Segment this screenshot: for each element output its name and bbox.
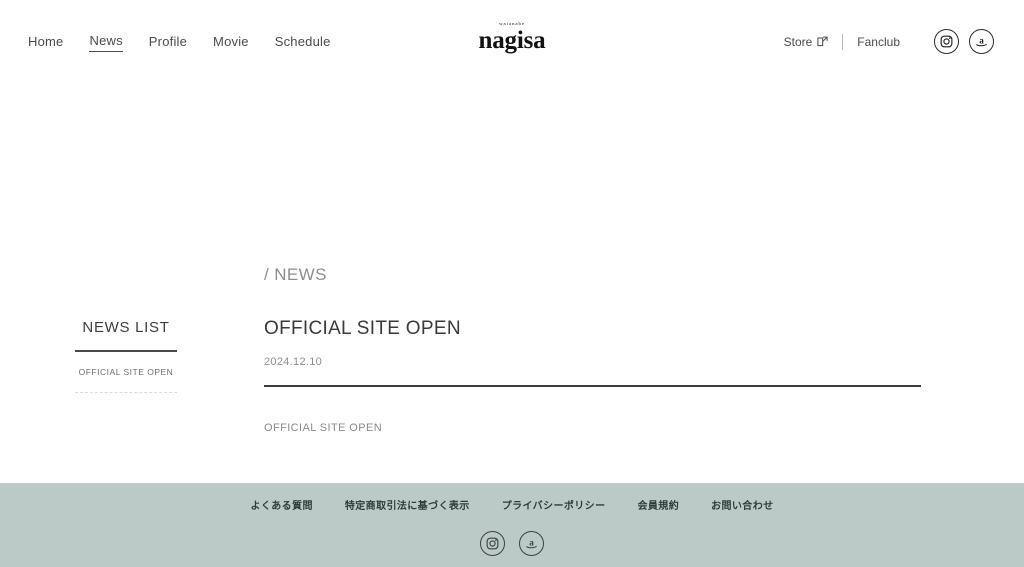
footer-link-commercial-transactions[interactable]: 特定商取引法に基づく表示 xyxy=(345,497,470,512)
primary-navigation: Home News Profile Movie Schedule xyxy=(28,33,331,52)
footer-link-privacy-policy[interactable]: プライバシーポリシー xyxy=(502,497,606,512)
news-article: OFFICIAL SITE OPEN 2024.12.10 OFFICIAL S… xyxy=(264,316,921,437)
footer-social-group: a xyxy=(0,531,1024,556)
instagram-icon[interactable] xyxy=(934,29,959,54)
breadcrumb: / NEWS xyxy=(264,265,327,284)
nav-item-schedule[interactable]: Schedule xyxy=(275,34,331,52)
footer-link-membership-terms[interactable]: 会員規約 xyxy=(638,497,680,512)
article-divider xyxy=(264,385,921,387)
utility-divider xyxy=(842,33,844,50)
main-content: / NEWS NEWS LIST OFFICIAL SITE OPEN OFFI… xyxy=(0,82,1024,483)
nav-item-news[interactable]: News xyxy=(89,33,123,52)
article-body: OFFICIAL SITE OPEN xyxy=(264,422,383,434)
nav-item-profile[interactable]: Profile xyxy=(149,34,187,52)
article-title: OFFICIAL SITE OPEN xyxy=(264,318,461,339)
site-footer: よくある質問 特定商取引法に基づく表示 プライバシーポリシー 会員規約 お問い合… xyxy=(0,483,1024,567)
nav-item-movie[interactable]: Movie xyxy=(213,34,249,52)
sidebar-title: NEWS LIST xyxy=(82,319,170,336)
fanclub-link[interactable]: Fanclub xyxy=(857,35,900,49)
site-logo[interactable]: watanabe nagisa xyxy=(479,22,546,53)
external-link-icon xyxy=(817,36,828,47)
header-utility-group: Store Fanclub a xyxy=(784,29,994,54)
site-header: Home News Profile Movie Schedule watanab… xyxy=(0,0,1024,82)
article-date: 2024.12.10 xyxy=(264,356,323,368)
store-link[interactable]: Store xyxy=(784,35,829,49)
amazon-icon[interactable]: a xyxy=(519,531,544,556)
footer-link-faq[interactable]: よくある質問 xyxy=(250,497,312,512)
amazon-icon[interactable]: a xyxy=(969,29,994,54)
footer-link-contact[interactable]: お問い合わせ xyxy=(711,497,773,512)
footer-link-group: よくある質問 特定商取引法に基づく表示 プライバシーポリシー 会員規約 お問い合… xyxy=(0,483,1024,512)
sidebar-dashed-divider xyxy=(75,392,177,393)
logo-wordmark: nagisa xyxy=(478,27,546,54)
svg-text:a: a xyxy=(529,538,534,548)
logo-supertext: watanabe xyxy=(498,22,526,27)
header-social-group: a xyxy=(934,29,994,54)
news-list-sidebar: NEWS LIST OFFICIAL SITE OPEN xyxy=(75,318,177,393)
sidebar-item-official-site-open[interactable]: OFFICIAL SITE OPEN xyxy=(75,352,177,392)
svg-text:a: a xyxy=(979,36,984,46)
instagram-icon[interactable] xyxy=(480,531,505,556)
store-link-label: Store xyxy=(783,34,813,49)
nav-item-home[interactable]: Home xyxy=(28,34,63,52)
